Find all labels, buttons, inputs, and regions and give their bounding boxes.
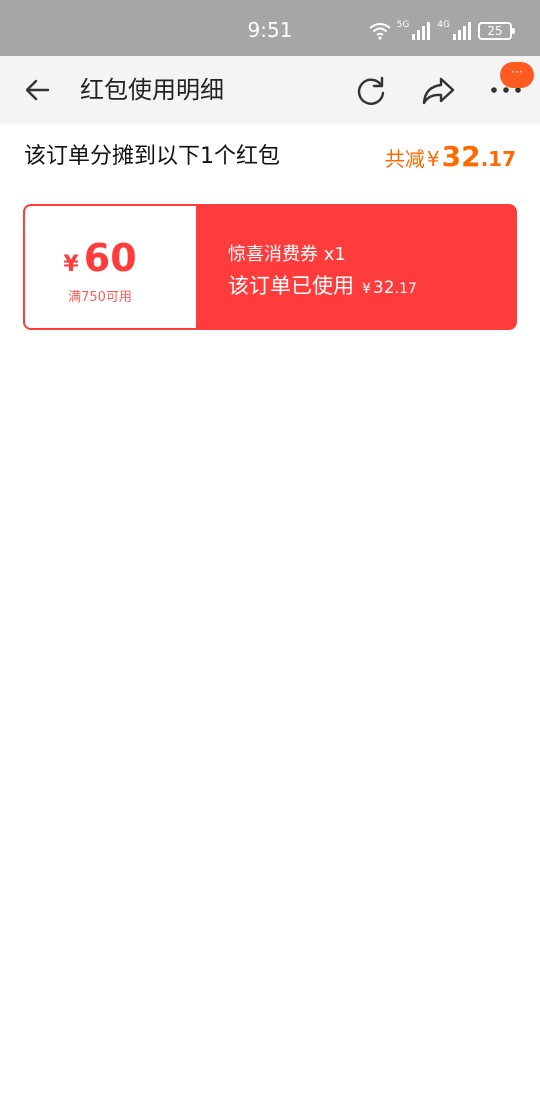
coupon-used-currency: ¥: [362, 281, 371, 297]
page-title: 红包使用明细: [80, 76, 224, 104]
coupon-used-decimal: .17: [394, 281, 417, 297]
coupon-curve-edge: [186, 206, 196, 328]
status-bar: 9:51 5G 4G 25: [0, 0, 540, 56]
summary-total: 共减 ¥ 32 .17: [385, 140, 516, 173]
coupon-used-label: 该订单已使用: [228, 274, 354, 298]
signal-5g-icon: [412, 22, 431, 40]
coupon-used: 该订单已使用 ¥ 32 .17: [228, 270, 417, 300]
notification-badge[interactable]: ···: [500, 62, 534, 88]
summary-text: 该订单分摊到以下1个红包: [24, 144, 280, 169]
wifi-icon: [368, 23, 391, 40]
coupon-value-panel: ¥ 60 满750可用: [25, 206, 196, 328]
coupon-currency: ¥: [63, 252, 79, 277]
coupon-condition: 满750可用: [68, 290, 132, 305]
total-currency: ¥: [426, 147, 440, 171]
signal-4g-icon: [453, 22, 471, 40]
total-label: 共减: [384, 147, 425, 171]
network-4g-label: 4G: [437, 19, 450, 30]
share-icon[interactable]: [420, 74, 456, 108]
total-amount-decimal: .17: [480, 147, 516, 171]
nav-bar: 红包使用明细: [0, 56, 540, 124]
coupon-used-integer: 32: [372, 278, 395, 298]
coupon-name: 惊喜消费券 x1: [228, 244, 346, 265]
coupon-amount-value: 60: [83, 236, 137, 280]
back-arrow-icon[interactable]: [22, 74, 54, 106]
battery-icon: 25: [478, 22, 515, 40]
summary-row: 该订单分摊到以下1个红包 共减 ¥ 32 .17: [0, 124, 540, 188]
network-5g-label: 5G: [396, 19, 410, 30]
coupon-card[interactable]: ¥ 60 满750可用 惊喜消费券 x1 该订单已使用 ¥ 32 .17: [23, 204, 517, 330]
status-icons: 5G 4G 25: [368, 19, 515, 42]
total-amount-integer: 32: [441, 140, 481, 173]
coupon-amount: ¥ 60: [25, 236, 175, 280]
refresh-icon[interactable]: [354, 74, 388, 108]
